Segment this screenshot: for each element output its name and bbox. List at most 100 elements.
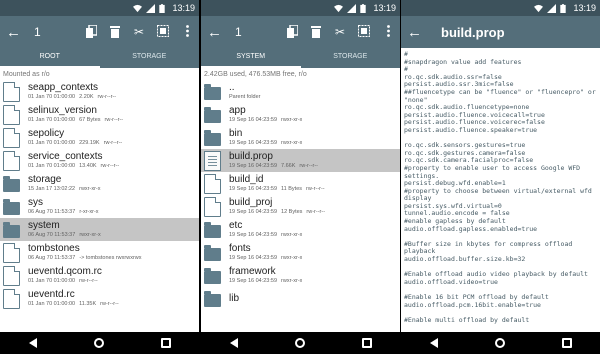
copy-icon[interactable] <box>286 24 299 39</box>
list-item[interactable]: build_id 19 Sep 16 04:23:59 11 Bytes rw-r--… <box>201 172 400 195</box>
battery-icon <box>159 3 168 13</box>
item-meta: Parent folder <box>229 93 261 101</box>
list-item[interactable]: build.prop 19 Sep 16 04:23:59 7.66K rw-r--r… <box>201 149 400 172</box>
list-item[interactable]: sys 06 Aug 70 11:53:37 r-xr-xr-x <box>0 195 199 218</box>
back-arrow-icon[interactable]: ← <box>6 25 21 40</box>
item-name: system <box>28 220 60 231</box>
nav-recent-icon[interactable] <box>361 338 372 348</box>
item-text: service_contexts 01 Jan 70 01:00:00 13.40K… <box>28 151 119 170</box>
item-text: build.prop 19 Sep 16 04:23:59 7.66K rw-r--r… <box>229 151 318 170</box>
item-date: 01 Jan 70 01:00:00 <box>28 163 76 169</box>
item-permissions: rw-r--r-- <box>100 163 120 169</box>
status-bar: 13:19 <box>401 0 600 16</box>
scissors-icon[interactable]: ✂ <box>334 25 346 39</box>
file-icon <box>3 242 20 263</box>
file-icon <box>204 196 221 217</box>
list-item[interactable]: fonts 19 Sep 16 04:23:59 rwxr-xr-x <box>201 241 400 264</box>
item-permissions: rwxr-xr-x <box>281 255 303 261</box>
toolbar: ← 1 ✂ <box>0 16 199 48</box>
item-meta: 19 Sep 16 04:23:59 12 Bytes rw-r--r-- <box>229 208 325 216</box>
list-item[interactable]: framework 19 Sep 16 04:23:59 rwxr-xr-x <box>201 264 400 287</box>
wifi-icon <box>334 4 344 13</box>
nav-home-icon[interactable] <box>494 338 505 348</box>
more-vert-icon[interactable] <box>382 25 394 39</box>
nav-bar <box>201 332 400 354</box>
item-meta: 15 Jan 17 13:02:22 rwxr-xr-x <box>28 185 101 193</box>
nav-home-icon[interactable] <box>93 338 104 348</box>
item-permissions: rw-r--r-- <box>97 94 117 100</box>
item-permissions: rwxr-xr-x <box>281 117 303 123</box>
item-text: ueventd.qcom.rc 01 Jan 70 01:00:00 rw-r--r… <box>28 266 102 285</box>
item-permissions: rw-r--r-- <box>299 163 319 169</box>
nav-bar <box>0 332 199 354</box>
list-item[interactable]: etc 19 Sep 16 04:23:59 rwxr-xr-x <box>201 218 400 241</box>
folder-icon <box>204 129 221 146</box>
item-permissions: rwxr-xr-x <box>281 232 303 238</box>
list-item[interactable]: ueventd.rc 01 Jan 70 01:00:00 11.35K rw-r--… <box>0 287 199 310</box>
item-meta: 01 Jan 70 01:00:00 11.35K rw-r--r-- <box>28 300 119 308</box>
more-vert-icon[interactable] <box>181 25 193 39</box>
folder-icon <box>3 198 20 215</box>
scissors-icon[interactable]: ✂ <box>133 25 145 39</box>
back-arrow-icon[interactable]: ← <box>407 25 422 40</box>
copy-icon[interactable] <box>85 24 98 39</box>
item-name: ueventd.qcom.rc <box>28 266 102 277</box>
tab-storage[interactable]: STORAGE <box>100 48 200 68</box>
back-arrow-icon[interactable]: ← <box>207 25 222 40</box>
select-all-icon[interactable] <box>358 25 370 39</box>
file-list: .. Parent folder app 19 Sep 16 04:23:59 rwxr… <box>201 80 400 310</box>
item-size: 11.35K <box>79 301 97 307</box>
toolbar: ← 1 ✂ <box>201 16 400 48</box>
battery-icon <box>560 3 569 13</box>
selection-count: 1 <box>34 25 41 39</box>
item-name: build_proj <box>229 197 273 208</box>
trash-icon[interactable] <box>310 25 322 39</box>
list-item[interactable]: ueventd.qcom.rc 01 Jan 70 01:00:00 rw-r--r… <box>0 264 199 287</box>
tab-storage[interactable]: STORAGE <box>301 48 401 68</box>
item-text: ueventd.rc 01 Jan 70 01:00:00 11.35K rw-r--… <box>28 289 119 308</box>
nav-back-icon[interactable] <box>28 338 37 348</box>
nav-back-icon[interactable] <box>229 338 238 348</box>
select-all-icon[interactable] <box>157 25 169 39</box>
signal-icon <box>146 3 156 13</box>
list-item[interactable]: .. Parent folder <box>201 80 400 103</box>
battery-icon <box>360 3 369 13</box>
trash-icon[interactable] <box>109 25 121 39</box>
list-item[interactable]: service_contexts 01 Jan 70 01:00:00 13.40K… <box>0 149 199 172</box>
folder-icon <box>3 175 20 192</box>
list-item[interactable]: bin 19 Sep 16 04:23:59 rwxr-xr-x <box>201 126 400 149</box>
list-item[interactable]: storage 15 Jan 17 13:02:22 rwxr-xr-x <box>0 172 199 195</box>
nav-back-icon[interactable] <box>429 338 438 348</box>
list-item[interactable]: sepolicy 01 Jan 70 01:00:00 229.19K rw-r--r… <box>0 126 199 149</box>
file-icon <box>3 127 20 148</box>
item-name: service_contexts <box>28 151 103 162</box>
signal-icon <box>347 3 357 13</box>
nav-recent-icon[interactable] <box>561 338 572 348</box>
list-item[interactable]: tombstones 06 Aug 70 11:53:37 -> tombstone… <box>0 241 199 264</box>
selection-count: 1 <box>235 25 242 39</box>
item-name: sys <box>28 197 43 208</box>
item-name: etc <box>229 220 243 231</box>
nav-recent-icon[interactable] <box>160 338 171 348</box>
list-item[interactable]: seapp_contexts 01 Jan 70 01:00:00 2.20K rw-… <box>0 80 199 103</box>
file-content[interactable]: # #snapdragon value add features # ro.qc… <box>401 48 600 344</box>
item-size: 11 Bytes <box>281 186 303 192</box>
list-item[interactable]: system 06 Aug 70 11:53:37 rwxr-xr-x <box>0 218 199 241</box>
item-text: storage 15 Jan 17 13:02:22 rwxr-xr-x <box>28 174 101 193</box>
tab-root[interactable]: ROOT <box>0 48 100 68</box>
screen-editor: 13:19 ← build.prop # #snapdragon value a… <box>401 0 600 354</box>
nav-home-icon[interactable] <box>294 338 305 348</box>
item-text: bin 19 Sep 16 04:23:59 rwxr-xr-x <box>229 128 302 147</box>
tab-bar: ROOT STORAGE <box>0 48 199 68</box>
item-date: 19 Sep 16 04:23:59 <box>229 186 278 192</box>
item-text: etc 19 Sep 16 04:23:59 rwxr-xr-x <box>229 220 302 239</box>
item-name: build.prop <box>229 151 273 162</box>
item-permissions: rwxr-xr-x <box>79 186 101 192</box>
item-name: tombstones <box>28 243 80 254</box>
list-item[interactable]: build_proj 19 Sep 16 04:23:59 12 Bytes rw-r… <box>201 195 400 218</box>
tab-system[interactable]: SYSTEM <box>201 48 301 68</box>
list-item[interactable]: selinux_version 01 Jan 70 01:00:00 67 Byte… <box>0 103 199 126</box>
list-item[interactable]: app 19 Sep 16 04:23:59 rwxr-xr-x <box>201 103 400 126</box>
list-item[interactable]: lib <box>201 287 400 310</box>
item-date: 15 Jan 17 13:02:22 <box>28 186 76 192</box>
